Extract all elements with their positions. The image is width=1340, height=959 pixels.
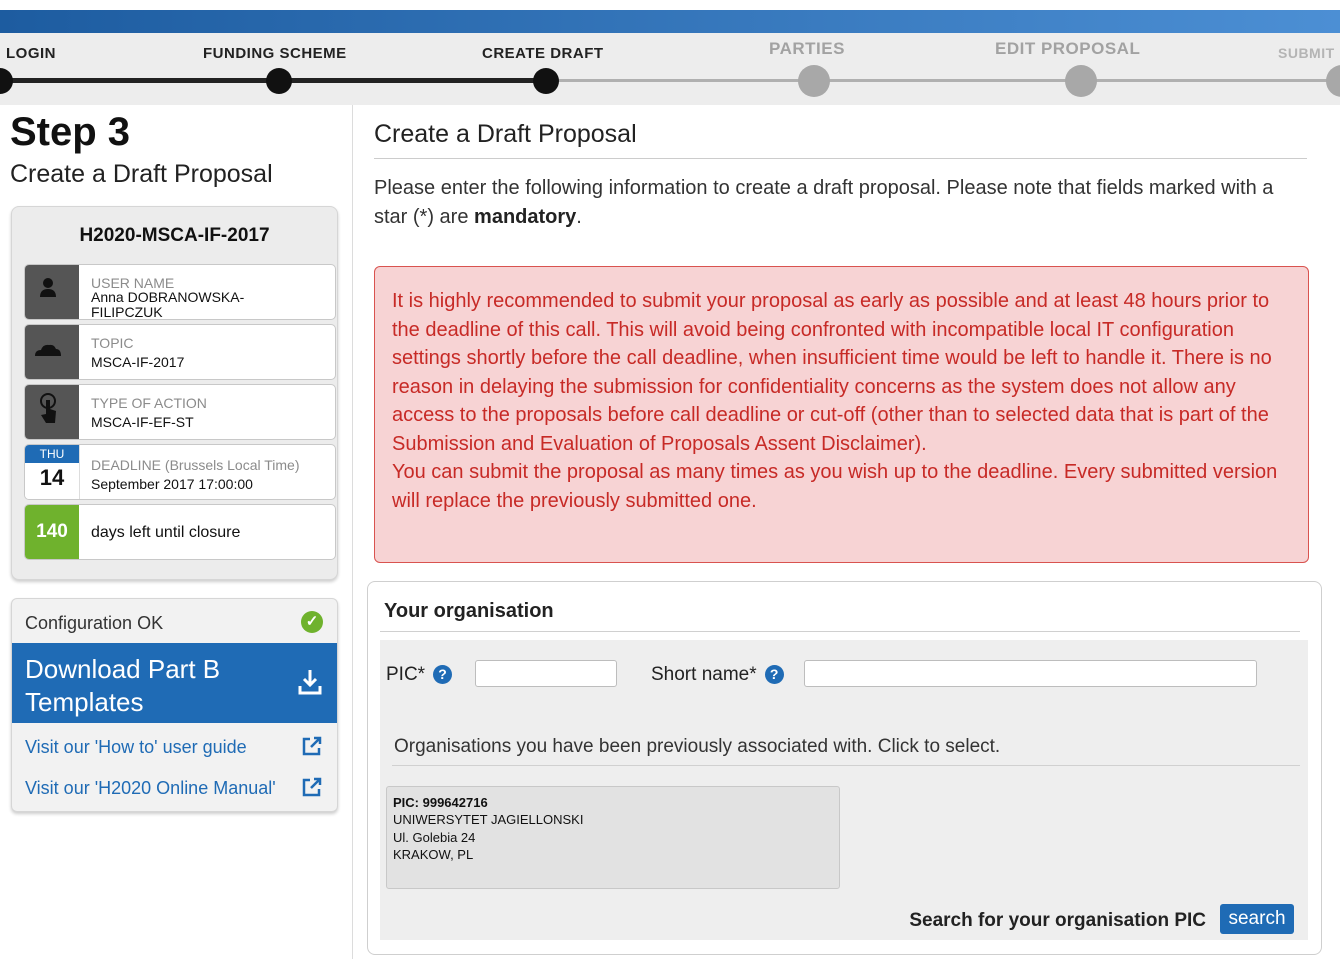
download-templates-label: Download Part B Templates bbox=[25, 654, 221, 717]
action-value: MSCA-IF-EF-ST bbox=[91, 414, 194, 430]
intro-text-end: . bbox=[576, 206, 582, 228]
deadline-label: DEADLINE (Brussels Local Time) bbox=[91, 457, 300, 473]
search-button[interactable]: search bbox=[1220, 904, 1294, 934]
days-left-card: 140 days left until closure bbox=[24, 504, 336, 560]
configuration-status-label: Configuration OK bbox=[25, 613, 164, 633]
how-to-guide-link[interactable]: Visit our 'How to' user guide bbox=[25, 737, 247, 758]
user-icon bbox=[25, 265, 79, 319]
pic-label-text: PIC* bbox=[386, 664, 426, 685]
step-funding-scheme[interactable]: FUNDING SCHEME bbox=[203, 45, 347, 62]
help-icon[interactable]: ? bbox=[433, 665, 453, 684]
step-parties: PARTIES bbox=[769, 39, 845, 58]
step-dot-funding-scheme bbox=[266, 68, 292, 94]
user-card: USER NAME Anna DOBRANOWSKA-FILIPCZUK bbox=[24, 264, 336, 320]
cloud-icon bbox=[25, 325, 79, 379]
alert-paragraph-2: You can submit the proposal as many time… bbox=[392, 461, 1278, 512]
help-icon[interactable]: ? bbox=[764, 665, 784, 684]
organisation-title: Your organisation bbox=[384, 600, 554, 622]
step-dot-create-draft bbox=[533, 68, 559, 94]
online-manual-link[interactable]: Visit our 'H2020 Online Manual' bbox=[25, 778, 276, 799]
short-name-input[interactable] bbox=[804, 660, 1257, 687]
calendar-icon: THU 14 bbox=[25, 445, 80, 499]
call-identifier: H2020-MSCA-IF-2017 bbox=[79, 225, 270, 246]
call-info-panel: H2020-MSCA-IF-2017 USER NAME Anna DOBRAN… bbox=[11, 206, 338, 580]
short-name-label: Short name*? bbox=[651, 664, 784, 686]
action-card: TYPE OF ACTION MSCA-IF-EF-ST bbox=[24, 384, 336, 440]
step-dot-parties bbox=[798, 65, 830, 97]
step-create-draft: CREATE DRAFT bbox=[482, 45, 604, 62]
column-divider bbox=[352, 105, 353, 959]
alert-paragraph-1: It is highly recommended to submit your … bbox=[392, 290, 1272, 455]
step-dot-edit-proposal bbox=[1065, 65, 1097, 97]
deadline-day-name: THU bbox=[25, 445, 79, 463]
deadline-card: THU 14 DEADLINE (Brussels Local Time) Se… bbox=[24, 444, 336, 500]
organisation-card-name: UNIWERSYTET JAGIELLONSKI bbox=[393, 812, 584, 827]
organisation-card-pic: PIC: 999642716 bbox=[393, 795, 488, 810]
short-name-label-text: Short name* bbox=[651, 664, 757, 685]
organisation-panel: Your organisation PIC*? Short name*? Org… bbox=[367, 581, 1322, 955]
title-divider bbox=[374, 158, 1307, 159]
intro-text-bold: mandatory bbox=[474, 206, 577, 228]
hand-pointer-icon bbox=[25, 385, 79, 439]
deadline-warning-alert: It is highly recommended to submit your … bbox=[374, 266, 1309, 563]
resources-panel: Configuration OK ✓ Download Part B Templ… bbox=[11, 598, 338, 812]
step-login[interactable]: LOGIN bbox=[6, 45, 56, 62]
top-banner bbox=[0, 10, 1340, 33]
pic-input[interactable] bbox=[475, 660, 617, 687]
step-dot-login bbox=[0, 68, 13, 94]
organisation-form: PIC*? Short name*? Organisations you hav… bbox=[380, 640, 1308, 940]
associated-organisations-text: Organisations you have been previously a… bbox=[394, 736, 1001, 757]
step-title: Step 3 bbox=[10, 110, 131, 154]
action-label: TYPE OF ACTION bbox=[91, 395, 207, 411]
organisation-divider bbox=[380, 631, 1300, 632]
organisation-card-city: KRAKOW, PL bbox=[393, 847, 474, 862]
user-name-value: Anna DOBRANOWSKA-FILIPCZUK bbox=[91, 289, 245, 320]
progress-line-todo bbox=[546, 79, 1340, 82]
days-left-count: 140 bbox=[25, 505, 79, 559]
progress-steps: LOGIN FUNDING SCHEME CREATE DRAFT PARTIE… bbox=[0, 33, 1340, 105]
organisation-card[interactable]: PIC: 999642716 UNIWERSYTET JAGIELLONSKI … bbox=[386, 786, 840, 889]
days-left-label: days left until closure bbox=[91, 524, 241, 541]
step-dot-submit bbox=[1326, 65, 1340, 97]
download-templates-button[interactable]: Download Part B Templates bbox=[12, 643, 337, 723]
topic-card: TOPIC MSCA-IF-2017 bbox=[24, 324, 336, 380]
configuration-status: Configuration OK ✓ bbox=[12, 599, 337, 643]
page-title: Create a Draft Proposal bbox=[374, 120, 637, 148]
deadline-value: September 2017 17:00:00 bbox=[91, 476, 253, 492]
search-pic-label: Search for your organisation PIC bbox=[909, 910, 1206, 931]
intro-text: Please enter the following information t… bbox=[374, 174, 1309, 232]
deadline-day-number: 14 bbox=[39, 465, 65, 490]
step-subtitle: Create a Draft Proposal bbox=[10, 160, 273, 188]
pic-label: PIC*? bbox=[386, 664, 453, 686]
associated-divider bbox=[392, 765, 1300, 766]
external-link-icon[interactable] bbox=[301, 735, 323, 757]
organisation-card-street: Ul. Golebia 24 bbox=[393, 830, 476, 845]
step-edit-proposal: EDIT PROPOSAL bbox=[995, 39, 1141, 58]
external-link-icon[interactable] bbox=[301, 776, 323, 798]
check-icon: ✓ bbox=[301, 611, 323, 633]
download-icon bbox=[298, 670, 322, 695]
step-submit: SUBMIT bbox=[1278, 45, 1335, 61]
topic-label: TOPIC bbox=[91, 335, 134, 351]
topic-value: MSCA-IF-2017 bbox=[91, 354, 185, 370]
